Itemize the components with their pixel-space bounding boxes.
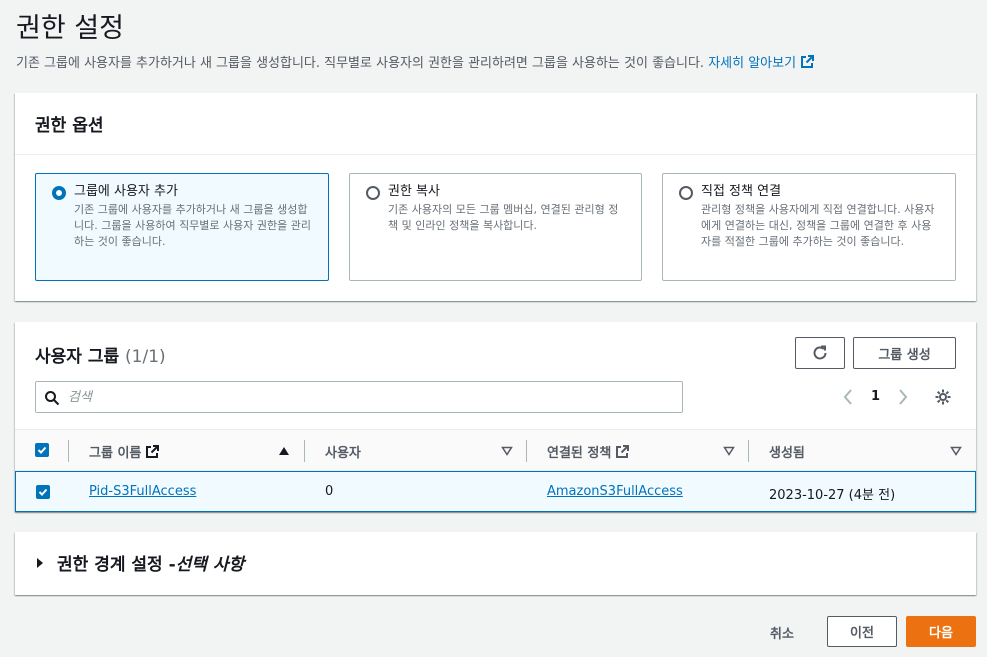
column-divider <box>304 440 305 462</box>
permission-options-header: 권한 옵션 <box>15 93 976 155</box>
column-policies-label: 연결된 정책 <box>547 446 612 461</box>
user-groups-title: 사용자 그룹 (1/1) <box>35 342 166 367</box>
option-description: 관리형 정책을 사용자에게 직접 연결합니다. 사용자에게 연결하는 대신, 정… <box>701 203 935 248</box>
search-input[interactable] <box>68 388 668 406</box>
previous-button[interactable]: 이전 <box>827 616 897 647</box>
learn-more-label: 자세히 알아보기 <box>708 56 797 71</box>
column-created[interactable]: 생성됨 <box>769 442 805 461</box>
policy-link[interactable]: AmazonS3FullAccess <box>547 484 683 499</box>
permissions-boundary-toggle[interactable]: 권한 경계 설정 - 선택 사항 <box>35 550 244 575</box>
external-link-icon <box>146 445 160 458</box>
option-title: 그룹에 사용자 추가 <box>74 184 178 199</box>
search-icon <box>45 391 60 406</box>
sort-icon[interactable] <box>501 446 513 456</box>
select-all-checkbox[interactable] <box>35 443 49 457</box>
page-number[interactable]: 1 <box>871 389 880 404</box>
column-divider <box>526 440 527 462</box>
user-groups-panel: 사용자 그룹 (1/1) 그룹 생성 1 그룹 이름 사용자 연결된 정책 생성… <box>15 322 976 512</box>
users-cell: 0 <box>325 484 334 499</box>
option-description: 기존 그룹에 사용자를 추가하거나 새 그룹을 생성합니다. 그룹을 사용하여 … <box>74 203 311 248</box>
user-groups-title-text: 사용자 그룹 <box>35 347 120 367</box>
permissions-boundary-panel[interactable]: 권한 경계 설정 - 선택 사항 <box>15 532 976 595</box>
check-icon <box>37 446 47 454</box>
group-search[interactable] <box>35 381 683 413</box>
sort-icon[interactable] <box>950 446 962 456</box>
boundary-title-text: 권한 경계 설정 - <box>57 555 176 575</box>
option-title: 권한 복사 <box>388 184 440 199</box>
option-attach-policies[interactable]: 직접 정책 연결 관리형 정책을 사용자에게 직접 연결합니다. 사용자에게 연… <box>662 173 956 281</box>
created-cell: 2023-10-27 (4분 전) <box>769 488 896 503</box>
column-divider <box>748 440 749 462</box>
check-icon <box>38 488 48 496</box>
radio-copy-permissions[interactable] <box>366 186 380 200</box>
option-add-to-group[interactable]: 그룹에 사용자 추가 기존 그룹에 사용자를 추가하거나 새 그룹을 생성합니다… <box>35 173 329 281</box>
page-title: 권한 설정 <box>16 13 124 44</box>
column-group-name[interactable]: 그룹 이름 <box>89 442 160 461</box>
permission-options-panel: 권한 옵션 그룹에 사용자 추가 기존 그룹에 사용자를 추가하거나 새 그룹을… <box>15 93 976 301</box>
user-groups-count: (1/1) <box>125 347 166 367</box>
caret-right-icon <box>37 557 43 568</box>
column-group-name-label: 그룹 이름 <box>89 446 142 461</box>
table-row[interactable]: Pid-S3FullAccess 0 AmazonS3FullAccess 20… <box>15 471 976 512</box>
page-description-text: 기존 그룹에 사용자를 추가하거나 새 그룹을 생성합니다. 직무별로 사용자의… <box>16 56 705 71</box>
column-attached-policies[interactable]: 연결된 정책 <box>547 442 630 461</box>
next-button[interactable]: 다음 <box>906 616 976 647</box>
refresh-icon <box>813 345 827 360</box>
sort-icon[interactable] <box>723 446 735 456</box>
column-users[interactable]: 사용자 <box>325 442 361 461</box>
sort-ascending-icon[interactable] <box>278 446 290 456</box>
group-name-link[interactable]: Pid-S3FullAccess <box>89 484 196 499</box>
policy-cell: AmazonS3FullAccess <box>547 484 683 499</box>
radio-add-to-group[interactable] <box>52 186 66 200</box>
next-page-icon[interactable] <box>897 388 909 406</box>
group-name-cell: Pid-S3FullAccess <box>89 484 196 499</box>
external-link-icon <box>616 445 630 458</box>
column-divider <box>68 440 69 462</box>
radio-attach-policies[interactable] <box>679 186 693 200</box>
settings-gear-icon[interactable] <box>934 388 952 406</box>
external-link-icon <box>801 55 815 68</box>
option-description: 기존 사용자의 모든 그룹 멤버십, 연결된 관리형 정책 및 인라인 정책을 … <box>388 203 619 232</box>
learn-more-link[interactable]: 자세히 알아보기 <box>708 55 815 71</box>
option-copy-permissions[interactable]: 권한 복사 기존 사용자의 모든 그룹 멤버십, 연결된 관리형 정책 및 인라… <box>349 173 642 281</box>
previous-page-icon[interactable] <box>842 388 854 406</box>
boundary-optional-label: 선택 사항 <box>175 555 245 575</box>
table-header: 그룹 이름 사용자 연결된 정책 생성됨 <box>15 429 976 471</box>
create-group-button[interactable]: 그룹 생성 <box>853 337 956 369</box>
row-checkbox[interactable] <box>36 485 50 499</box>
option-title: 직접 정책 연결 <box>701 184 782 199</box>
cancel-button[interactable]: 취소 <box>770 623 794 642</box>
refresh-button[interactable] <box>795 337 845 369</box>
page-description: 기존 그룹에 사용자를 추가하거나 새 그룹을 생성합니다. 직무별로 사용자의… <box>16 52 976 71</box>
